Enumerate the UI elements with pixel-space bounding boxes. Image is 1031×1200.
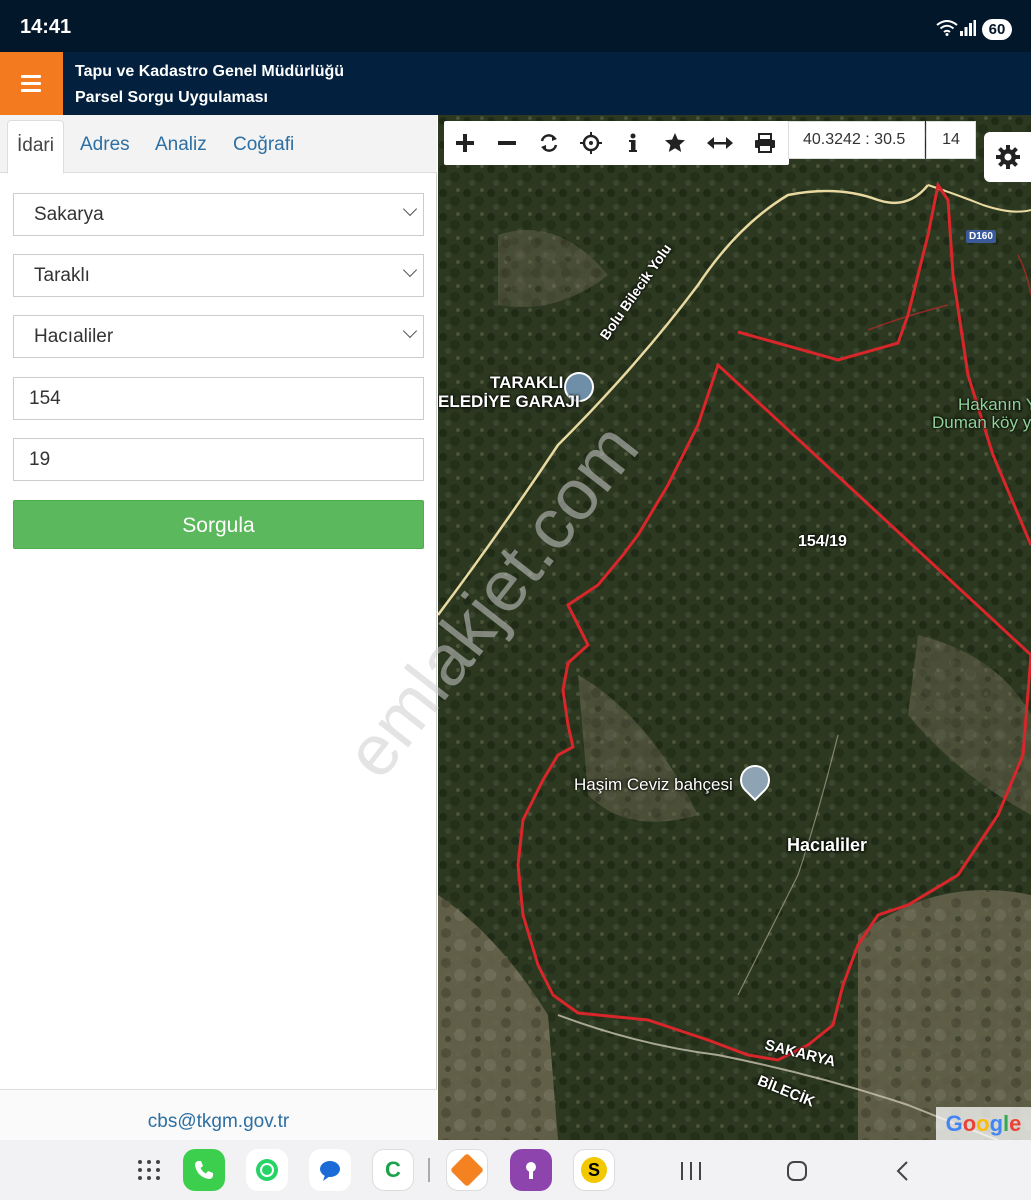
google-logo: Google: [936, 1107, 1031, 1140]
home-icon[interactable]: [786, 1160, 808, 1187]
app-subtitle: Parsel Sorgu Uygulaması: [75, 89, 268, 106]
parcel-label: 154/19: [798, 533, 847, 550]
province-value: Sakarya: [34, 204, 104, 225]
satellite-map: [438, 115, 1031, 1140]
province-select[interactable]: Sakarya: [13, 193, 424, 236]
map-toolbar: [444, 121, 789, 165]
road-shield-d160: D160: [966, 230, 996, 243]
gear-icon[interactable]: [984, 132, 1031, 182]
status-time: 14:41: [20, 16, 72, 38]
tab-idari[interactable]: İdari: [7, 120, 64, 174]
dock-divider: [428, 1158, 430, 1182]
measure-icon[interactable]: [699, 121, 741, 165]
purple-app-icon[interactable]: [510, 1149, 552, 1191]
block-input[interactable]: 154: [13, 377, 424, 420]
contact-email-link[interactable]: cbs@tkgm.gov.tr: [0, 1089, 437, 1140]
locate-icon[interactable]: [570, 121, 612, 165]
print-icon[interactable]: [744, 121, 786, 165]
query-button[interactable]: Sorgula: [13, 500, 424, 549]
zoom-in-button[interactable]: [444, 121, 486, 165]
chevron-down-icon: [402, 201, 418, 217]
system-nav-bar: C S: [0, 1140, 1031, 1200]
map-view[interactable]: 40.3242 : 30.5 14 D160 TARAKLI ELEDİYE G…: [438, 115, 1031, 1140]
place-label-duman: Duman köy y: [932, 413, 1031, 432]
district-value: Taraklı: [34, 265, 90, 286]
phone-app-icon[interactable]: [183, 1149, 225, 1191]
tab-bar: İdari Adres Analiz Coğrafi: [0, 115, 437, 174]
chevron-down-icon: [402, 323, 418, 339]
wifi-icon: [936, 20, 958, 41]
hamburger-menu-button[interactable]: [0, 52, 63, 115]
place-label-hacialiler: Hacıaliler: [787, 835, 868, 855]
neighborhood-select[interactable]: Hacıaliler: [13, 315, 424, 358]
coordinates-display: 40.3242 : 30.5: [788, 121, 925, 159]
emlakjet-app-icon[interactable]: [446, 1149, 488, 1191]
tab-analiz[interactable]: Analiz: [146, 120, 216, 174]
star-icon[interactable]: [654, 121, 696, 165]
battery-indicator: 60: [982, 19, 1012, 40]
chevron-down-icon: [402, 262, 418, 278]
poi-label-tarakli: TARAKLI: [490, 373, 564, 392]
district-select[interactable]: Taraklı: [13, 254, 424, 297]
refresh-button[interactable]: [528, 121, 570, 165]
back-icon[interactable]: [895, 1160, 909, 1187]
poi-label-garaj: ELEDİYE GARAJI: [438, 392, 580, 411]
neighborhood-value: Hacıaliler: [34, 326, 114, 347]
status-bar: 14:41 60: [0, 0, 1031, 52]
zoom-level-display: 14: [926, 121, 976, 159]
app-drawer-icon[interactable]: [137, 1159, 161, 1186]
tab-adres[interactable]: Adres: [71, 120, 139, 174]
info-icon[interactable]: [612, 121, 654, 165]
messages-app-icon[interactable]: [309, 1149, 351, 1191]
app-header: Tapu ve Kadastro Genel Müdürlüğü Parsel …: [0, 52, 1031, 115]
signal-icon: [960, 20, 976, 41]
sahibinden-app-icon[interactable]: S: [573, 1149, 615, 1191]
c-app-icon[interactable]: C: [372, 1149, 414, 1191]
query-panel: İdari Adres Analiz Coğrafi Sakarya Tarak…: [0, 115, 437, 1140]
tab-cografi[interactable]: Coğrafi: [224, 120, 303, 174]
whatsapp-app-icon[interactable]: [246, 1149, 288, 1191]
place-label-hakanin: Hakanın Y: [958, 395, 1031, 414]
parcel-input[interactable]: 19: [13, 438, 424, 481]
app-title: Tapu ve Kadastro Genel Müdürlüğü: [75, 63, 345, 80]
poi-label-ceviz: Haşim Ceviz bahçesi: [574, 775, 733, 794]
recents-icon[interactable]: [680, 1161, 702, 1186]
zoom-out-button[interactable]: [486, 121, 528, 165]
